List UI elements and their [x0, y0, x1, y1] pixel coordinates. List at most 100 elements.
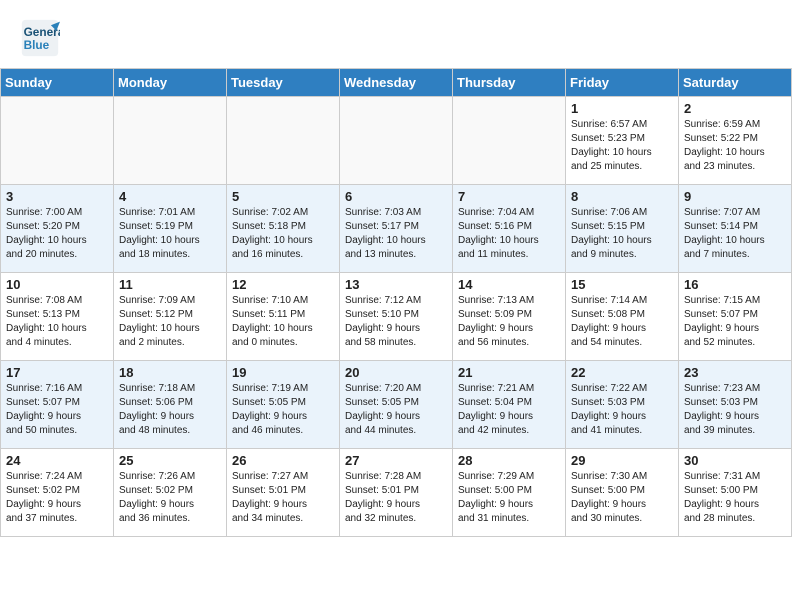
day-cell: 7 Sunrise: 7:04 AM Sunset: 5:16 PM Daylig…: [453, 185, 566, 273]
weekday-header-wednesday: Wednesday: [340, 69, 453, 97]
day-number: 16: [684, 277, 786, 292]
calendar-body: 1 Sunrise: 6:57 AM Sunset: 5:23 PM Daylig…: [1, 97, 792, 537]
weekday-header-saturday: Saturday: [679, 69, 792, 97]
day-cell: 30 Sunrise: 7:31 AM Sunset: 5:00 PM Dayli…: [679, 449, 792, 537]
day-number: 5: [232, 189, 334, 204]
day-number: 24: [6, 453, 108, 468]
day-info: Sunrise: 7:22 AM Sunset: 5:03 PM Dayligh…: [571, 382, 673, 438]
week-row-3: 17 Sunrise: 7:16 AM Sunset: 5:07 PM Dayli…: [1, 361, 792, 449]
day-info: Sunrise: 6:57 AM Sunset: 5:23 PM Dayligh…: [571, 118, 673, 174]
day-cell: [453, 97, 566, 185]
weekday-header-sunday: Sunday: [1, 69, 114, 97]
day-number: 25: [119, 453, 221, 468]
day-number: 2: [684, 101, 786, 116]
logo-icon: General Blue: [20, 18, 60, 58]
day-cell: 29 Sunrise: 7:30 AM Sunset: 5:00 PM Dayli…: [566, 449, 679, 537]
day-number: 10: [6, 277, 108, 292]
day-cell: [114, 97, 227, 185]
day-cell: 4 Sunrise: 7:01 AM Sunset: 5:19 PM Daylig…: [114, 185, 227, 273]
day-info: Sunrise: 7:08 AM Sunset: 5:13 PM Dayligh…: [6, 294, 108, 350]
day-cell: 11Sunrise: 7:09 AM Sunset: 5:12 PM Dayli…: [114, 273, 227, 361]
day-number: 22: [571, 365, 673, 380]
day-number: 11: [119, 277, 221, 292]
day-number: 30: [684, 453, 786, 468]
day-number: 1: [571, 101, 673, 116]
day-cell: [227, 97, 340, 185]
day-cell: 25Sunrise: 7:26 AM Sunset: 5:02 PM Dayli…: [114, 449, 227, 537]
weekday-header-tuesday: Tuesday: [227, 69, 340, 97]
day-cell: 5 Sunrise: 7:02 AM Sunset: 5:18 PM Daylig…: [227, 185, 340, 273]
day-info: Sunrise: 7:29 AM Sunset: 5:00 PM Dayligh…: [458, 470, 560, 526]
day-info: Sunrise: 7:19 AM Sunset: 5:05 PM Dayligh…: [232, 382, 334, 438]
day-cell: 3Sunrise: 7:00 AM Sunset: 5:20 PM Daylig…: [1, 185, 114, 273]
weekday-header-row: SundayMondayTuesdayWednesdayThursdayFrid…: [1, 69, 792, 97]
day-cell: 18 Sunrise: 7:18 AM Sunset: 5:06 PM Dayli…: [114, 361, 227, 449]
day-cell: 17 Sunrise: 7:16 AM Sunset: 5:07 PM Dayli…: [1, 361, 114, 449]
logo: General Blue: [20, 18, 64, 58]
day-number: 14: [458, 277, 560, 292]
svg-text:Blue: Blue: [24, 38, 50, 52]
day-cell: 19Sunrise: 7:19 AM Sunset: 5:05 PM Dayli…: [227, 361, 340, 449]
day-info: Sunrise: 7:03 AM Sunset: 5:17 PM Dayligh…: [345, 206, 447, 262]
day-info: Sunrise: 7:27 AM Sunset: 5:01 PM Dayligh…: [232, 470, 334, 526]
day-cell: 6Sunrise: 7:03 AM Sunset: 5:17 PM Daylig…: [340, 185, 453, 273]
day-info: Sunrise: 7:13 AM Sunset: 5:09 PM Dayligh…: [458, 294, 560, 350]
week-row-1: 3Sunrise: 7:00 AM Sunset: 5:20 PM Daylig…: [1, 185, 792, 273]
day-cell: 9 Sunrise: 7:07 AM Sunset: 5:14 PM Daylig…: [679, 185, 792, 273]
week-row-4: 24Sunrise: 7:24 AM Sunset: 5:02 PM Dayli…: [1, 449, 792, 537]
day-number: 28: [458, 453, 560, 468]
day-number: 27: [345, 453, 447, 468]
day-cell: 20 Sunrise: 7:20 AM Sunset: 5:05 PM Dayli…: [340, 361, 453, 449]
day-cell: 16 Sunrise: 7:15 AM Sunset: 5:07 PM Dayli…: [679, 273, 792, 361]
day-number: 17: [6, 365, 108, 380]
day-cell: 15 Sunrise: 7:14 AM Sunset: 5:08 PM Dayli…: [566, 273, 679, 361]
day-cell: 2 Sunrise: 6:59 AM Sunset: 5:22 PM Daylig…: [679, 97, 792, 185]
page-header: General Blue: [0, 0, 792, 68]
day-number: 23: [684, 365, 786, 380]
day-info: Sunrise: 7:18 AM Sunset: 5:06 PM Dayligh…: [119, 382, 221, 438]
day-info: Sunrise: 7:31 AM Sunset: 5:00 PM Dayligh…: [684, 470, 786, 526]
weekday-header-friday: Friday: [566, 69, 679, 97]
weekday-header-thursday: Thursday: [453, 69, 566, 97]
day-info: Sunrise: 7:20 AM Sunset: 5:05 PM Dayligh…: [345, 382, 447, 438]
day-info: Sunrise: 7:12 AM Sunset: 5:10 PM Dayligh…: [345, 294, 447, 350]
day-cell: 10 Sunrise: 7:08 AM Sunset: 5:13 PM Dayli…: [1, 273, 114, 361]
day-cell: [340, 97, 453, 185]
day-cell: [1, 97, 114, 185]
day-info: Sunrise: 7:30 AM Sunset: 5:00 PM Dayligh…: [571, 470, 673, 526]
week-row-2: 10 Sunrise: 7:08 AM Sunset: 5:13 PM Dayli…: [1, 273, 792, 361]
day-number: 4: [119, 189, 221, 204]
day-info: Sunrise: 6:59 AM Sunset: 5:22 PM Dayligh…: [684, 118, 786, 174]
day-number: 3: [6, 189, 108, 204]
day-info: Sunrise: 7:14 AM Sunset: 5:08 PM Dayligh…: [571, 294, 673, 350]
day-cell: 23Sunrise: 7:23 AM Sunset: 5:03 PM Dayli…: [679, 361, 792, 449]
day-info: Sunrise: 7:06 AM Sunset: 5:15 PM Dayligh…: [571, 206, 673, 262]
day-info: Sunrise: 7:16 AM Sunset: 5:07 PM Dayligh…: [6, 382, 108, 438]
day-number: 7: [458, 189, 560, 204]
day-cell: 8 Sunrise: 7:06 AM Sunset: 5:15 PM Daylig…: [566, 185, 679, 273]
day-cell: 22 Sunrise: 7:22 AM Sunset: 5:03 PM Dayli…: [566, 361, 679, 449]
day-info: Sunrise: 7:15 AM Sunset: 5:07 PM Dayligh…: [684, 294, 786, 350]
day-number: 9: [684, 189, 786, 204]
day-info: Sunrise: 7:01 AM Sunset: 5:19 PM Dayligh…: [119, 206, 221, 262]
day-number: 29: [571, 453, 673, 468]
day-cell: 1 Sunrise: 6:57 AM Sunset: 5:23 PM Daylig…: [566, 97, 679, 185]
calendar-table: SundayMondayTuesdayWednesdayThursdayFrid…: [0, 68, 792, 537]
day-number: 18: [119, 365, 221, 380]
day-number: 20: [345, 365, 447, 380]
day-number: 21: [458, 365, 560, 380]
day-info: Sunrise: 7:04 AM Sunset: 5:16 PM Dayligh…: [458, 206, 560, 262]
day-number: 8: [571, 189, 673, 204]
day-cell: 21 Sunrise: 7:21 AM Sunset: 5:04 PM Dayli…: [453, 361, 566, 449]
day-cell: 24Sunrise: 7:24 AM Sunset: 5:02 PM Dayli…: [1, 449, 114, 537]
day-info: Sunrise: 7:02 AM Sunset: 5:18 PM Dayligh…: [232, 206, 334, 262]
day-cell: 27 Sunrise: 7:28 AM Sunset: 5:01 PM Dayli…: [340, 449, 453, 537]
day-info: Sunrise: 7:07 AM Sunset: 5:14 PM Dayligh…: [684, 206, 786, 262]
day-cell: 14 Sunrise: 7:13 AM Sunset: 5:09 PM Dayli…: [453, 273, 566, 361]
day-info: Sunrise: 7:28 AM Sunset: 5:01 PM Dayligh…: [345, 470, 447, 526]
day-number: 12: [232, 277, 334, 292]
day-info: Sunrise: 7:10 AM Sunset: 5:11 PM Dayligh…: [232, 294, 334, 350]
day-info: Sunrise: 7:21 AM Sunset: 5:04 PM Dayligh…: [458, 382, 560, 438]
day-cell: 12 Sunrise: 7:10 AM Sunset: 5:11 PM Dayli…: [227, 273, 340, 361]
day-number: 15: [571, 277, 673, 292]
